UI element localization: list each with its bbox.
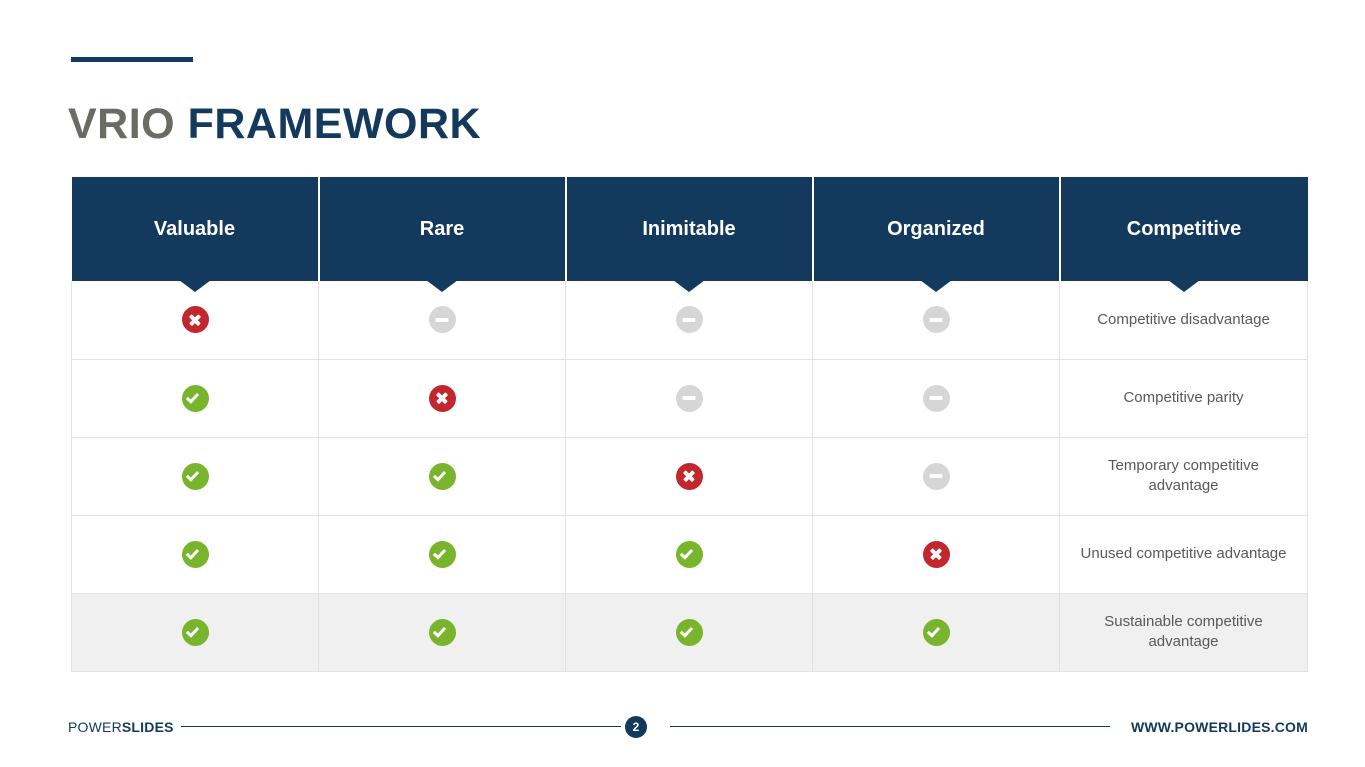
column-header-label: Inimitable: [642, 217, 736, 240]
column-header-organized[interactable]: Organized: [811, 177, 1060, 292]
criteria-cell[interactable]: [565, 281, 813, 360]
footer-website-url: WWW.POWERLIDES.COM: [1130, 719, 1308, 735]
check-circle-icon: [675, 618, 703, 646]
criteria-cell[interactable]: [71, 593, 319, 672]
outcome-cell: Unused competitive advantage: [1059, 515, 1308, 594]
column-header-label: Organized: [887, 217, 985, 240]
footer-brand-light: POWER: [68, 719, 122, 735]
footer: POWER SLIDES 2 WWW.POWERLIDES.COM: [0, 712, 1365, 742]
x-circle-icon: [181, 306, 209, 334]
footer-divider-left: [181, 726, 621, 727]
column-header-inimitable[interactable]: Inimitable: [564, 177, 813, 292]
outcome-cell: Temporary competitive advantage: [1059, 437, 1308, 516]
check-circle-icon: [428, 462, 456, 490]
x-circle-icon: [675, 462, 703, 490]
x-circle-icon: [428, 384, 456, 412]
page-title-part-vrio: VRIO: [68, 99, 188, 148]
criteria-cell[interactable]: [812, 515, 1060, 594]
outcome-cell: Competitive parity: [1059, 359, 1308, 438]
vrio-framework-table: Valuable Rare Inimitable Organized Compe…: [71, 177, 1308, 672]
criteria-cell[interactable]: [565, 515, 813, 594]
footer-brand-logo: POWER SLIDES: [68, 712, 174, 742]
criteria-cell[interactable]: [71, 359, 319, 438]
column-header-label: Valuable: [153, 217, 236, 240]
column-header-competitive[interactable]: Competitive: [1058, 177, 1308, 292]
criteria-cell[interactable]: [318, 593, 566, 672]
check-circle-icon: [922, 618, 950, 646]
dash-circle-icon: [675, 384, 703, 412]
dash-circle-icon: [675, 306, 703, 334]
table-row: Competitive disadvantage: [71, 281, 1308, 360]
column-header-label: Competitive: [1126, 217, 1242, 240]
column-header-label: Rare: [419, 217, 465, 240]
criteria-cell[interactable]: [565, 593, 813, 672]
criteria-cell[interactable]: [812, 593, 1060, 672]
criteria-cell[interactable]: [71, 437, 319, 516]
table-row: Unused competitive advantage: [71, 515, 1308, 594]
check-circle-icon: [428, 618, 456, 646]
criteria-cell[interactable]: [812, 359, 1060, 438]
criteria-cell[interactable]: [812, 437, 1060, 516]
page-title: VRIO FRAMEWORK: [68, 100, 481, 149]
table-row: Temporary competitive advantage: [71, 437, 1308, 516]
dash-circle-icon: [922, 384, 950, 412]
check-circle-icon: [181, 618, 209, 646]
check-circle-icon: [428, 540, 456, 568]
table-header-row-group: Valuable Rare Inimitable Organized Compe…: [71, 177, 1308, 292]
criteria-cell[interactable]: [318, 515, 566, 594]
table-body: Competitive disadvantage Competitive pari…: [71, 281, 1308, 672]
column-header-rare[interactable]: Rare: [317, 177, 566, 292]
criteria-cell[interactable]: [565, 359, 813, 438]
check-circle-icon: [181, 540, 209, 568]
dash-circle-icon: [922, 306, 950, 334]
footer-brand-bold: SLIDES: [121, 719, 174, 735]
page-title-part-framework: FRAMEWORK: [187, 99, 482, 148]
page-number-badge: 2: [625, 716, 647, 738]
check-circle-icon: [675, 540, 703, 568]
outcome-cell: Sustainable competitive advantage: [1059, 593, 1308, 672]
table-row: Competitive parity: [71, 359, 1308, 438]
criteria-cell[interactable]: [812, 281, 1060, 360]
criteria-cell[interactable]: [318, 359, 566, 438]
table-row: Sustainable competitive advantage: [71, 593, 1308, 672]
criteria-cell[interactable]: [565, 437, 813, 516]
table-header-row: Valuable Rare Inimitable Organized Compe…: [71, 177, 1308, 292]
criteria-cell[interactable]: [71, 515, 319, 594]
title-accent-bar: [71, 57, 193, 62]
footer-divider-right: [670, 726, 1110, 727]
dash-circle-icon: [428, 306, 456, 334]
x-circle-icon: [922, 540, 950, 568]
check-circle-icon: [181, 384, 209, 412]
check-circle-icon: [181, 462, 209, 490]
criteria-cell[interactable]: [71, 281, 319, 360]
column-header-valuable[interactable]: Valuable: [71, 177, 319, 292]
dash-circle-icon: [922, 462, 950, 490]
outcome-cell: Competitive disadvantage: [1059, 281, 1308, 360]
criteria-cell[interactable]: [318, 437, 566, 516]
criteria-cell[interactable]: [318, 281, 566, 360]
